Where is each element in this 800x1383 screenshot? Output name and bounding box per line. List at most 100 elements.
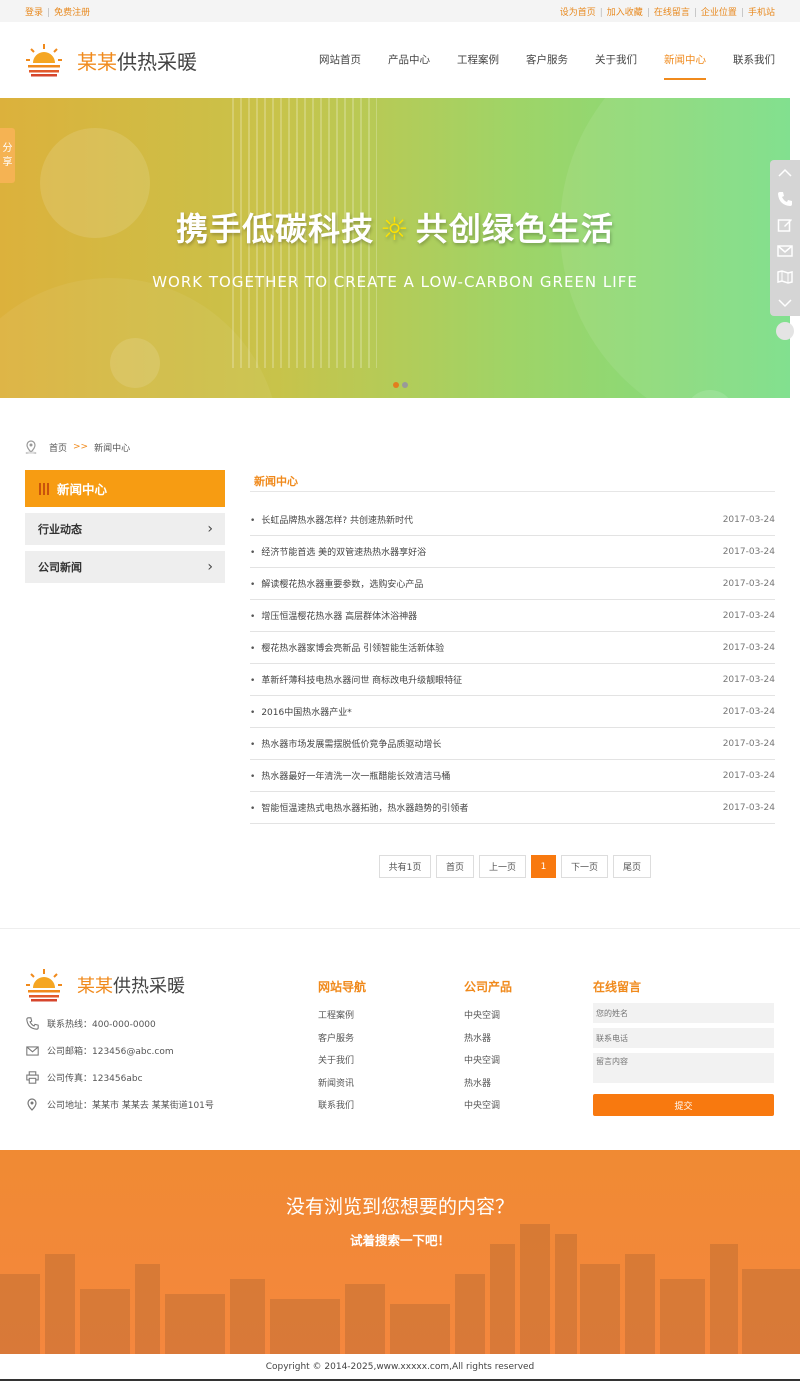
footer-nav-link[interactable]: 关于我们 bbox=[318, 1050, 366, 1073]
topbar-left: 登录 | 免费注册 bbox=[25, 7, 91, 18]
location-pin-icon bbox=[25, 440, 37, 454]
nav-cases[interactable]: 工程案例 bbox=[457, 22, 499, 98]
register-link[interactable]: 免费注册 bbox=[54, 8, 90, 18]
mobile-site-link[interactable]: 手机站 bbox=[748, 8, 775, 18]
name-input[interactable] bbox=[593, 1003, 774, 1023]
site-header: 某某供热采暖 网站首页 产品中心 工程案例 客户服务 关于我们 新闻中心 联系我… bbox=[0, 22, 800, 98]
hero-banner: 携手低碳科技 ☼ 共创绿色生活 WORK TOGETHER TO CREATE A … bbox=[0, 98, 790, 398]
carousel-dot-2[interactable] bbox=[402, 382, 408, 388]
logo-text: 某某供热采暖 bbox=[77, 49, 197, 74]
footer-nav-link[interactable]: 联系我们 bbox=[318, 1095, 366, 1118]
edit-icon[interactable] bbox=[770, 212, 800, 238]
news-item[interactable]: 热水器市场发展需摆脱低价竞争品质驱动增长2017-03-24 bbox=[250, 728, 775, 760]
breadcrumb-current[interactable]: 新闻中心 bbox=[94, 441, 130, 454]
phone-input[interactable] bbox=[593, 1028, 774, 1048]
mail-icon[interactable] bbox=[770, 238, 800, 264]
news-item[interactable]: 智能恒温速热式电热水器拓驰，热水器趋势的引领者2017-03-24 bbox=[250, 792, 775, 824]
sun-logo-icon bbox=[26, 969, 62, 1002]
page-next-button[interactable]: 下一页 bbox=[561, 855, 608, 878]
sun-logo-icon bbox=[26, 44, 62, 77]
contact-phone: 联系热线：400-000-0000 bbox=[25, 1010, 214, 1037]
news-list: 长虹品牌热水器怎样? 共创速热新时代2017-03-24 经济节能首选 美的双管… bbox=[250, 504, 775, 824]
login-link[interactable]: 登录 bbox=[25, 8, 43, 18]
news-item[interactable]: 解读樱花热水器重要参数，选购安心产品2017-03-24 bbox=[250, 568, 775, 600]
news-item[interactable]: 2016中国热水器产业*2017-03-24 bbox=[250, 696, 775, 728]
mail-icon bbox=[25, 1044, 39, 1058]
footer-product-link[interactable]: 中央空调 bbox=[464, 1095, 512, 1118]
footer-nav-link[interactable]: 新闻资讯 bbox=[318, 1073, 366, 1096]
phone-icon[interactable] bbox=[770, 186, 800, 212]
footer-product-link[interactable]: 热水器 bbox=[464, 1028, 512, 1051]
sun-icon: ☼ bbox=[380, 210, 410, 248]
main-nav: 网站首页 产品中心 工程案例 客户服务 关于我们 新闻中心 联系我们 bbox=[292, 22, 775, 98]
nav-service[interactable]: 客户服务 bbox=[526, 22, 568, 98]
carousel-dot-1[interactable] bbox=[393, 382, 399, 388]
search-band-subtitle: 试着搜索一下吧！ bbox=[349, 1233, 450, 1248]
chevron-right-icon: › bbox=[207, 521, 213, 537]
footer-nav-link[interactable]: 客户服务 bbox=[318, 1028, 366, 1051]
phone-icon bbox=[25, 1017, 39, 1031]
footer-products: 公司产品 中央空调 热水器 中央空调 热水器 中央空调 bbox=[464, 978, 512, 1118]
sidebar-item-industry[interactable]: 行业动态 › bbox=[25, 513, 225, 545]
breadcrumb: 首页 >> 新闻中心 bbox=[25, 440, 130, 454]
topbar-right: 设为首页 | 加入收藏 | 在线留言 | 企业位置 | 手机站 bbox=[559, 7, 775, 18]
search-band: 没有浏览到您想要的内容？ 试着搜索一下吧！ bbox=[0, 1150, 800, 1354]
footer-nav-title: 网站导航 bbox=[318, 980, 367, 994]
share-tab[interactable]: 分享 bbox=[0, 128, 15, 183]
contact-email: 公司邮箱：123456@abc.com bbox=[25, 1037, 214, 1064]
page-first-button[interactable]: 首页 bbox=[436, 855, 474, 878]
news-item[interactable]: 革新纤薄科技电热水器问世 商标改电升级靓眼特征2017-03-24 bbox=[250, 664, 775, 696]
breadcrumb-home[interactable]: 首页 bbox=[49, 441, 67, 454]
contact-address: 公司地址：某某市 某某去 某某街道101号 bbox=[25, 1091, 214, 1118]
message-textarea[interactable] bbox=[593, 1053, 774, 1083]
news-item[interactable]: 长虹品牌热水器怎样? 共创速热新时代2017-03-24 bbox=[250, 504, 775, 536]
form-title: 在线留言 bbox=[593, 980, 642, 994]
banner-title: 携手低碳科技 ☼ 共创绿色生活 bbox=[176, 210, 614, 248]
site-logo[interactable]: 某某供热采暖 bbox=[25, 43, 197, 77]
message-form: 在线留言 提交 bbox=[593, 978, 774, 1116]
page-last-button[interactable]: 尾页 bbox=[613, 855, 651, 878]
location-icon bbox=[25, 1097, 39, 1112]
company-location-link[interactable]: 企业位置 bbox=[701, 8, 737, 18]
city-skyline-graphic bbox=[0, 1224, 800, 1354]
carousel-dots bbox=[393, 382, 411, 388]
top-bar: 登录 | 免费注册 设为首页 | 加入收藏 | 在线留言 | 企业位置 | 手机站 bbox=[0, 0, 800, 22]
footer-nav-link[interactable]: 工程案例 bbox=[318, 1005, 366, 1028]
online-message-link[interactable]: 在线留言 bbox=[654, 8, 690, 18]
page-current-button[interactable]: 1 bbox=[531, 855, 556, 878]
footer-product-link[interactable]: 热水器 bbox=[464, 1073, 512, 1096]
footer-logo[interactable]: 某某供热采暖 bbox=[25, 968, 185, 1002]
back-to-top-button[interactable] bbox=[776, 322, 794, 340]
footer-logo-text: 某某供热采暖 bbox=[77, 976, 185, 997]
add-favorite-link[interactable]: 加入收藏 bbox=[607, 8, 643, 18]
sidebar-title: 新闻中心 bbox=[25, 470, 225, 507]
footer-product-link[interactable]: 中央空调 bbox=[464, 1050, 512, 1073]
nav-contact[interactable]: 联系我们 bbox=[733, 22, 775, 98]
page-total: 共有1页 bbox=[379, 855, 431, 878]
news-item[interactable]: 经济节能首选 美的双管速热热水器享好浴2017-03-24 bbox=[250, 536, 775, 568]
news-item[interactable]: 增压恒温樱花热水器 高层群体沐浴神器2017-03-24 bbox=[250, 600, 775, 632]
news-item[interactable]: 热水器最好一年清洗一次一瓶醋能长效清洁马桶2017-03-24 bbox=[250, 760, 775, 792]
sidebar-item-company[interactable]: 公司新闻 › bbox=[25, 551, 225, 583]
nav-about[interactable]: 关于我们 bbox=[595, 22, 637, 98]
footer-nav: 网站导航 工程案例 客户服务 关于我们 新闻资讯 联系我们 bbox=[318, 978, 366, 1118]
content-title: 新闻中心 bbox=[250, 470, 775, 492]
scroll-up-icon[interactable] bbox=[770, 160, 800, 186]
chevron-right-icon: › bbox=[207, 559, 213, 575]
footer-product-link[interactable]: 中央空调 bbox=[464, 1005, 512, 1028]
scroll-down-icon[interactable] bbox=[770, 290, 800, 316]
nav-products[interactable]: 产品中心 bbox=[388, 22, 430, 98]
footer-divider bbox=[0, 928, 800, 929]
nav-home[interactable]: 网站首页 bbox=[319, 22, 361, 98]
sidebar: 新闻中心 行业动态 › 公司新闻 › bbox=[25, 470, 225, 583]
page-prev-button[interactable]: 上一页 bbox=[479, 855, 526, 878]
submit-button[interactable]: 提交 bbox=[593, 1094, 774, 1116]
news-item[interactable]: 樱花热水器家博会亮新品 引领智能生活新体验2017-03-24 bbox=[250, 632, 775, 664]
set-homepage-link[interactable]: 设为首页 bbox=[560, 8, 596, 18]
breadcrumb-arrow: >> bbox=[73, 442, 89, 452]
map-icon[interactable] bbox=[770, 264, 800, 290]
footer-products-title: 公司产品 bbox=[464, 980, 513, 994]
floating-toolbar bbox=[770, 160, 800, 316]
printer-icon bbox=[25, 1071, 39, 1085]
nav-news[interactable]: 新闻中心 bbox=[664, 22, 706, 98]
